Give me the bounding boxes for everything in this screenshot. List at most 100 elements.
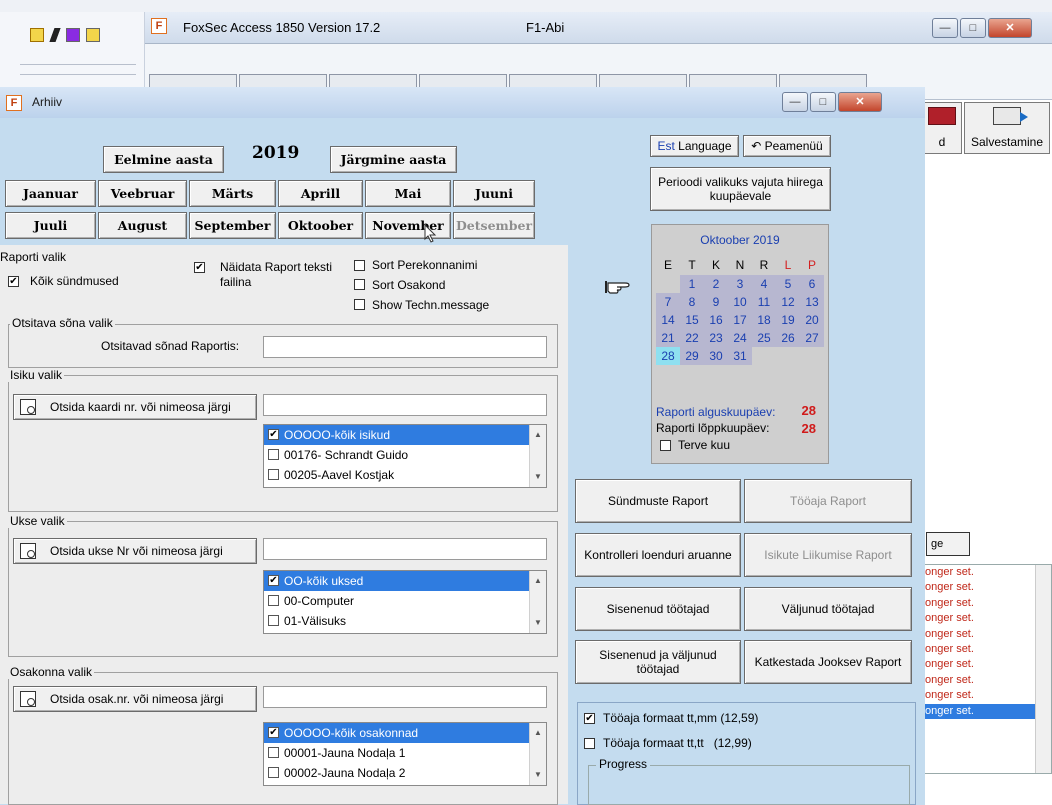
show-text-file-checkbox[interactable]: [194, 262, 205, 273]
list-item[interactable]: 00205-Aavel Kostjak: [264, 465, 546, 485]
scroll-up-icon[interactable]: ▲: [530, 725, 546, 741]
month-button-detsember[interactable]: Detsember: [453, 212, 535, 239]
language-button[interactable]: Est Language: [650, 135, 739, 157]
listbox-scrollbar[interactable]: ▲ ▼: [529, 425, 546, 487]
log-line[interactable]: onger set.: [923, 565, 1051, 580]
list-item[interactable]: 00176- Schrandt Guido: [264, 445, 546, 465]
scroll-up-icon[interactable]: ▲: [530, 573, 546, 589]
log-line[interactable]: onger set.: [923, 580, 1051, 595]
calendar-day[interactable]: 25: [752, 329, 776, 347]
calendar-day[interactable]: 7: [656, 293, 680, 311]
month-button-aprill[interactable]: Aprill: [278, 180, 363, 207]
scroll-down-icon[interactable]: ▼: [530, 469, 546, 485]
save-button[interactable]: Salvestamine: [964, 102, 1050, 154]
month-button-juuli[interactable]: Juuli: [5, 212, 96, 239]
list-item[interactable]: ✔ OO-kõik uksed: [264, 571, 546, 591]
event-log-list[interactable]: onger set. onger set. onger set. onger set.…: [922, 564, 1052, 774]
close-icon[interactable]: ✕: [988, 18, 1032, 38]
listbox-scrollbar[interactable]: ▲ ▼: [529, 723, 546, 785]
dept-search-button[interactable]: Otsida osak.nr. või nimeosa järgi: [13, 686, 257, 712]
log-line[interactable]: onger set.: [923, 657, 1051, 672]
list-item-checkbox[interactable]: [268, 747, 279, 758]
list-item[interactable]: ✔ OOOOO-kõik osakonnad: [264, 723, 546, 743]
calendar-day[interactable]: 20: [800, 311, 824, 329]
sort-family-checkbox[interactable]: [354, 260, 365, 271]
month-button-jaanuar[interactable]: Jaanuar: [5, 180, 96, 207]
log-line[interactable]: onger set.: [923, 688, 1051, 703]
minimize-icon[interactable]: —: [782, 92, 808, 112]
list-item[interactable]: 00-Computer: [264, 591, 546, 611]
entered-employees-button[interactable]: Sisenenud töötajad: [575, 587, 741, 631]
door-search-button[interactable]: Otsida ukse Nr või nimeosa järgi: [13, 538, 257, 564]
minimize-icon[interactable]: —: [932, 18, 958, 38]
calendar-day[interactable]: 15: [680, 311, 704, 329]
list-item-checkbox[interactable]: [268, 615, 279, 626]
door-search-input[interactable]: [263, 538, 547, 560]
list-item-checkbox[interactable]: ✔: [268, 429, 279, 440]
calendar-day[interactable]: 28: [656, 347, 680, 365]
language-button-partial[interactable]: ge: [926, 532, 970, 556]
month-button-november[interactable]: November: [365, 212, 451, 239]
calendar-day[interactable]: 23: [704, 329, 728, 347]
calendar-day[interactable]: 31: [728, 347, 752, 365]
person-icon[interactable]: [30, 28, 44, 42]
calendar-day[interactable]: 26: [776, 329, 800, 347]
calendar-day[interactable]: 16: [704, 311, 728, 329]
month-button-marts[interactable]: Märts: [189, 180, 276, 207]
scroll-down-icon[interactable]: ▼: [530, 767, 546, 783]
abort-report-button[interactable]: Katkestada Jooksev Raport: [744, 640, 912, 684]
door-listbox[interactable]: ✔ OO-kõik uksed 00-Computer 01-Välisuks ▲ ▼: [263, 570, 547, 634]
events-report-button[interactable]: Sündmuste Raport: [575, 479, 741, 523]
sort-dept-checkbox[interactable]: [354, 279, 365, 290]
calendar-day[interactable]: 6: [800, 275, 824, 293]
controller-counter-report-button[interactable]: Kontrolleri loenduri aruanne: [575, 533, 741, 577]
whole-month-checkbox[interactable]: [660, 440, 671, 451]
calendar-day[interactable]: 5: [776, 275, 800, 293]
log-line[interactable]: onger set.: [923, 673, 1051, 688]
list-item-checkbox[interactable]: [268, 595, 279, 606]
calendar-day[interactable]: 12: [776, 293, 800, 311]
log-line[interactable]: onger set.: [923, 596, 1051, 611]
format-hhtt-checkbox[interactable]: [584, 738, 595, 749]
maximize-icon[interactable]: □: [810, 92, 836, 112]
person-listbox[interactable]: ✔ OOOOO-kõik isikud 00176- Schrandt Guido 0…: [263, 424, 547, 488]
dept-listbox[interactable]: ✔ OOOOO-kõik osakonnad 00001-Jauna Nodaļa …: [263, 722, 547, 786]
maximize-icon[interactable]: □: [960, 18, 986, 38]
month-button-veebruar[interactable]: Veebruar: [98, 180, 187, 207]
list-item[interactable]: ✔ OOOOO-kõik isikud: [264, 425, 546, 445]
log-scrollbar[interactable]: [1035, 565, 1051, 773]
calendar-day[interactable]: 30: [704, 347, 728, 365]
list-item-checkbox[interactable]: [268, 449, 279, 460]
calendar-day[interactable]: 10: [728, 293, 752, 311]
calendar-day[interactable]: 18: [752, 311, 776, 329]
person-movement-report-button[interactable]: Isikute Liikumise Raport: [744, 533, 912, 577]
format-hhmm-checkbox[interactable]: [584, 713, 595, 724]
next-year-button[interactable]: Järgmine aasta: [330, 146, 457, 173]
calendar-day[interactable]: 14: [656, 311, 680, 329]
list-item-checkbox[interactable]: ✔: [268, 575, 279, 586]
entered-exited-employees-button[interactable]: Sisenenud ja väljunud töötajad: [575, 640, 741, 684]
calendar-day[interactable]: 19: [776, 311, 800, 329]
listbox-scrollbar[interactable]: ▲ ▼: [529, 571, 546, 633]
list-item[interactable]: 01-Välisuks: [264, 611, 546, 631]
list-item-checkbox[interactable]: ✔: [268, 727, 279, 738]
main-menu-button[interactable]: ↶ Peamenüü: [743, 135, 831, 157]
calendar-day[interactable]: 13: [800, 293, 824, 311]
log-line[interactable]: onger set.: [923, 703, 1051, 719]
log-line[interactable]: onger set.: [923, 642, 1051, 657]
calendar-day[interactable]: 27: [800, 329, 824, 347]
month-button-oktoober[interactable]: Oktoober: [278, 212, 363, 239]
month-button-august[interactable]: August: [98, 212, 187, 239]
calendar-day[interactable]: 9: [704, 293, 728, 311]
calendar-day[interactable]: 29: [680, 347, 704, 365]
log-line[interactable]: onger set.: [923, 611, 1051, 626]
previous-year-button[interactable]: Eelmine aasta: [103, 146, 224, 173]
calendar-day[interactable]: 17: [728, 311, 752, 329]
close-icon[interactable]: ✕: [838, 92, 882, 112]
calendar-day[interactable]: 8: [680, 293, 704, 311]
month-button-mai[interactable]: Mai: [365, 180, 451, 207]
calendar-day[interactable]: 24: [728, 329, 752, 347]
worktime-report-button[interactable]: Tööaja Raport: [744, 479, 912, 523]
calendar-day[interactable]: 11: [752, 293, 776, 311]
list-item-checkbox[interactable]: [268, 767, 279, 778]
